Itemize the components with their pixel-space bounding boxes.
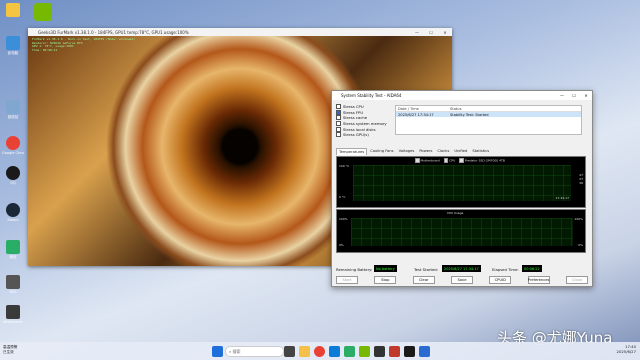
wechat-icon[interactable] — [344, 345, 355, 357]
status-log-table: Date / Time Status 2025/6/27 17:34:17 St… — [395, 105, 582, 135]
temp-time: 17:34:17 — [555, 196, 569, 200]
desktop-icon-qq[interactable]: QQ — [2, 166, 24, 185]
weather-widget[interactable]: 高温预警 已生效 — [3, 345, 17, 354]
minimize-icon[interactable]: — — [410, 30, 424, 35]
system-clock[interactable]: 17:40 2025/6/27 — [617, 344, 636, 354]
tab-unified[interactable]: Unified — [452, 148, 469, 155]
stress-gpu-checkbox[interactable]: Stress GPU(s) — [336, 132, 394, 138]
chrome-icon[interactable] — [314, 345, 325, 357]
aida64-stability-window[interactable]: System Stability Test - AIDA64 — ☐ ✕ Str… — [331, 90, 593, 287]
desktop-icon-recycle-bin[interactable]: 回收站 — [2, 100, 24, 120]
legend-motherboard[interactable]: Motherboard — [415, 158, 440, 163]
cpu-axis-bottom-left: 0% — [339, 243, 344, 247]
legend-cpu[interactable]: CPU — [443, 158, 455, 163]
tab-powers[interactable]: Powers — [417, 148, 434, 155]
start-button[interactable]: Start — [336, 276, 358, 284]
desktop-icon-folder[interactable] — [2, 3, 24, 18]
temperature-graph: Motherboard CPU Predator SSD GM7000 4TB … — [336, 156, 586, 208]
tab-cooling-fans[interactable]: Cooling Fans — [368, 148, 395, 155]
desktop-icon-nvs[interactable]: NVS — [2, 275, 24, 294]
save-button[interactable]: Save — [450, 276, 473, 284]
aida64-icon[interactable] — [419, 345, 430, 357]
cpu-usage-title: CPU Usage — [447, 211, 464, 215]
legend-ssd[interactable]: Predator SSD GM7000 4TB — [459, 158, 505, 163]
furmark-taskbar-icon[interactable] — [374, 345, 385, 357]
tab-clocks[interactable]: Clocks — [435, 148, 451, 155]
tab-voltages[interactable]: Voltages — [397, 148, 417, 155]
desktop-icon-wechat[interactable]: 微信 — [2, 240, 24, 260]
button-row: Start Stop Clear Save CPUID Preferences … — [336, 276, 588, 284]
battery-label: Remaining Battery: — [336, 267, 373, 272]
table-row[interactable]: 2025/6/27 17:34:17 Stability Test: Start… — [396, 112, 581, 117]
task-view-icon[interactable] — [284, 345, 295, 357]
test-started-value: 2025/6/27 17:34:17 — [442, 265, 481, 272]
cpu-usage-graph: CPU Usage 100% 100% 0% 0% — [336, 209, 586, 253]
search-input[interactable]: ⌕ 搜索 — [225, 346, 284, 357]
stress-options: Stress CPU Stress FPU Stress cache Stres… — [336, 104, 394, 138]
edge-icon[interactable] — [329, 345, 340, 357]
aida64-title: System Stability Test - AIDA64 — [341, 93, 402, 98]
taskbar: 高温预警 已生效 ⌕ 搜索 17:40 2025/6/27 — [0, 342, 640, 360]
furmark-title: Geeks3D FurMark v1.38.1.0 - 184FPS, GPU1… — [38, 29, 189, 35]
checkbox-icon — [336, 104, 341, 110]
temp-value-3: 36 — [579, 181, 583, 185]
monitor-tabs: Temperatures Cooling Fans Voltages Power… — [336, 148, 491, 155]
checkbox-icon — [336, 115, 341, 121]
cpuid-button[interactable]: CPUID — [489, 276, 512, 284]
test-started-label: Test Started: — [414, 267, 438, 272]
tab-temperatures[interactable]: Temperatures — [336, 148, 368, 155]
close-icon[interactable]: ✕ — [580, 93, 592, 98]
preferences-button[interactable]: Preferences — [527, 276, 550, 284]
temp-axis-bottom: 0 °C — [339, 195, 346, 199]
maximize-icon[interactable]: ☐ — [568, 93, 580, 98]
checkbox-checked-icon — [336, 109, 341, 115]
elapsed-time-label: Elapsed Time: — [492, 267, 519, 272]
desktop-icon-afterburner[interactable]: Afterburner — [2, 305, 24, 324]
nvidia-app-icon[interactable] — [359, 345, 370, 357]
file-explorer-icon[interactable] — [299, 345, 310, 357]
aida64-titlebar[interactable]: System Stability Test - AIDA64 — ☐ ✕ — [332, 91, 592, 100]
desktop-icon-chrome[interactable]: Google Chrome — [2, 136, 24, 155]
close-button[interactable]: Close — [565, 276, 588, 284]
minimize-icon[interactable]: — — [556, 93, 568, 98]
stress-memory-checkbox[interactable]: Stress system memory — [336, 121, 394, 127]
cpu-usage-plot-area — [351, 218, 573, 246]
maximize-icon[interactable]: ☐ — [424, 30, 438, 35]
cpu-axis-top-left: 100% — [339, 217, 348, 221]
nvidia-icon[interactable] — [34, 3, 52, 21]
checkbox-icon — [336, 126, 341, 132]
temp-axis-top: 100 °C — [339, 164, 350, 168]
elapsed-time-value: 00:06:22 — [522, 265, 542, 272]
checkbox-icon — [336, 121, 341, 127]
furmark-titlebar[interactable]: Geeks3D FurMark v1.38.1.0 - 184FPS, GPU1… — [28, 28, 452, 36]
cpu-axis-bottom-right: 0% — [578, 243, 583, 247]
temperature-plot-area — [353, 165, 571, 201]
gpu-tool-icon[interactable] — [404, 345, 415, 357]
checkbox-icon — [336, 132, 341, 138]
desktop-icon-steam[interactable]: Steam — [2, 203, 24, 222]
temperature-legend: Motherboard CPU Predator SSD GM7000 4TB — [415, 158, 505, 163]
furmark-osd: FurMark v1.38.1.0 - Burn-in test, 184FPS… — [32, 37, 135, 52]
desktop-icon-this-pc[interactable]: 此电脑 — [2, 36, 24, 56]
tab-statistics[interactable]: Statistics — [470, 148, 491, 155]
battery-value: No battery — [374, 265, 397, 272]
start-icon[interactable] — [212, 345, 223, 357]
stop-button[interactable]: Stop — [374, 276, 397, 284]
close-icon[interactable]: ✕ — [438, 30, 452, 35]
afterburner-icon[interactable] — [389, 345, 400, 357]
clear-button[interactable]: Clear — [412, 276, 435, 284]
cpu-axis-top-right: 100% — [574, 217, 583, 221]
